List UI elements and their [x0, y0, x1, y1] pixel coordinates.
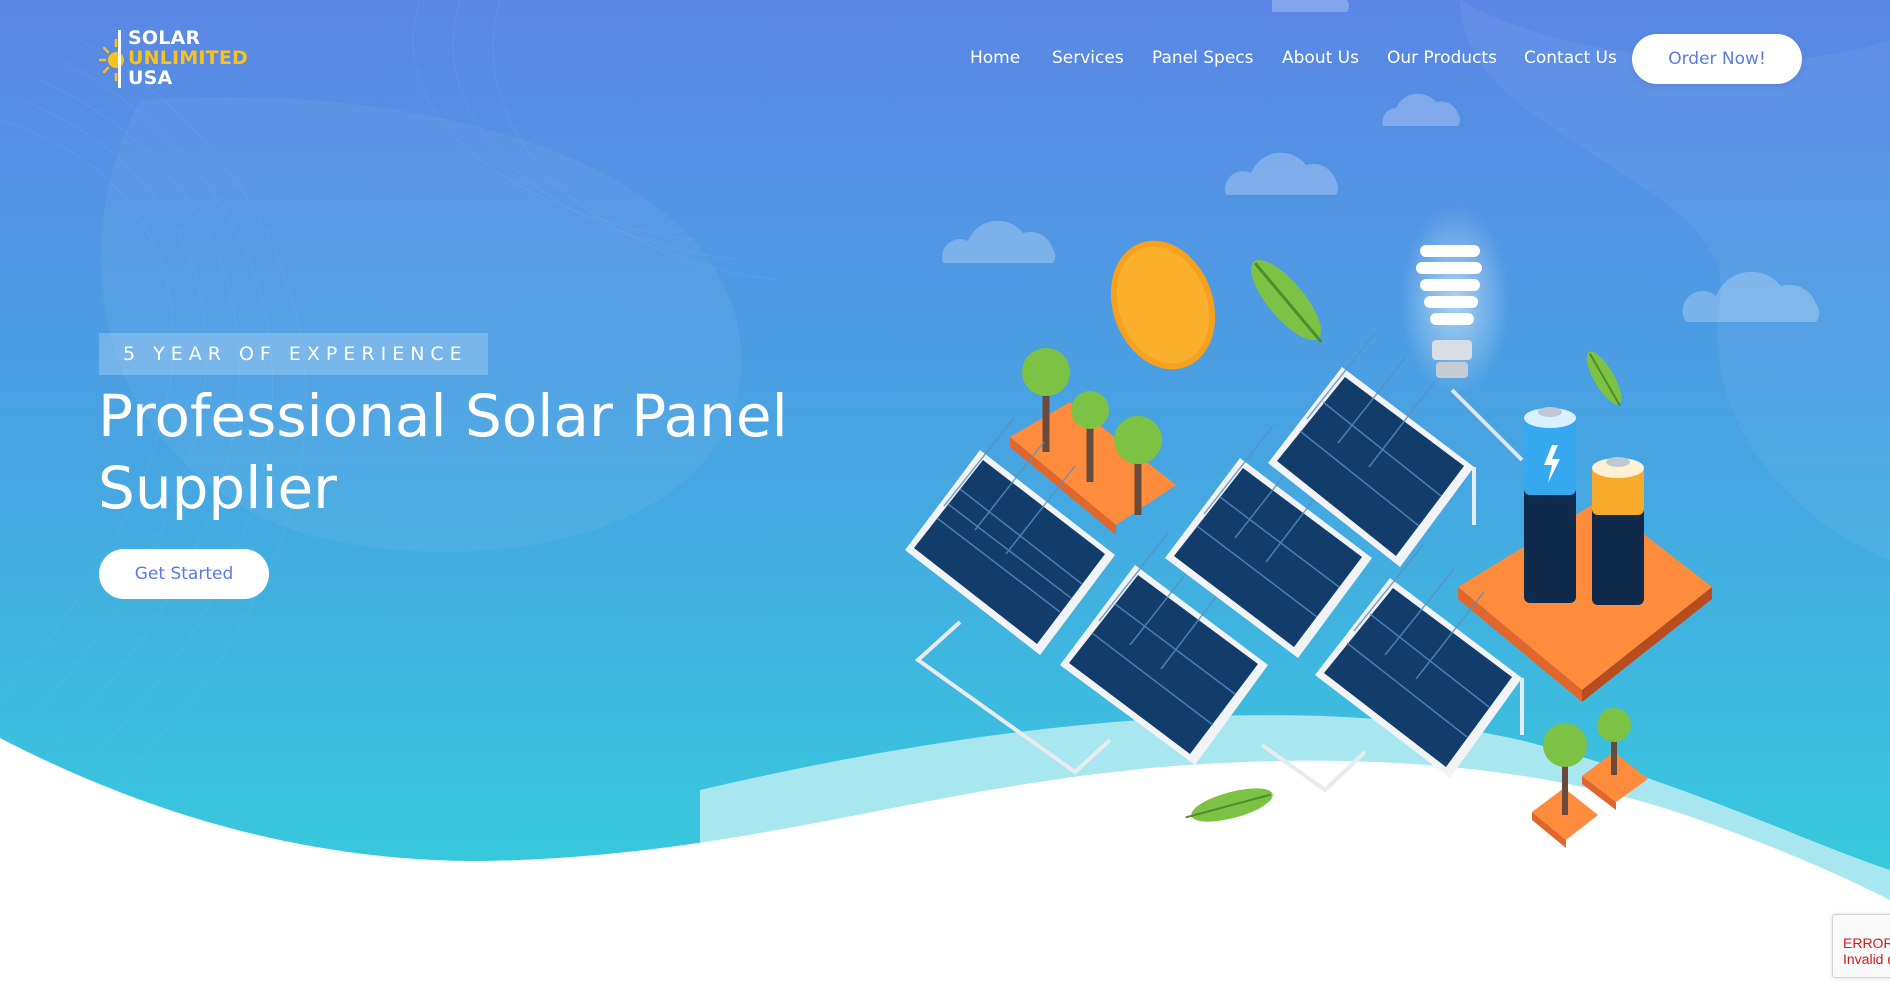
battery-icon [1458, 407, 1712, 702]
cloud-icon [1382, 93, 1460, 126]
experience-badge-text: 5 YEAR OF EXPERIENCE [123, 343, 468, 365]
leaf-icon [1185, 788, 1273, 822]
order-now-button[interactable]: Order Now! [1632, 34, 1802, 84]
nav-item-about-us[interactable]: About Us [1282, 46, 1359, 70]
nav-item-home[interactable]: Home [970, 46, 1020, 70]
recaptcha-badge[interactable]: ERROR Invalid d [1832, 914, 1890, 978]
cloud-icon [942, 220, 1056, 263]
logo-line-3: USA [128, 67, 173, 89]
cloud-icon [1272, 0, 1349, 12]
cloud-icon [1225, 152, 1339, 195]
light-bulb-icon [1400, 205, 1524, 462]
nav-item-services[interactable]: Services [1052, 46, 1124, 70]
leaf-icon [1251, 259, 1323, 344]
recaptcha-error-title: ERROR [1843, 935, 1890, 951]
nav-item-our-products[interactable]: Our Products [1387, 46, 1497, 70]
hero-title: Professional Solar Panel Supplier [98, 380, 858, 524]
leaf-icon [1586, 351, 1622, 407]
hero-title-line-1: Professional Solar Panel [98, 382, 788, 450]
page: SOLAR UNLIMITED USA Home Services Panel … [0, 0, 1890, 981]
main-nav: Home Services Panel Specs About Us Our P… [0, 46, 1890, 70]
sun-icon [1110, 240, 1216, 370]
hero-title-line-2: Supplier [98, 454, 337, 522]
cloud-icon [1682, 271, 1820, 322]
nav-item-panel-specs[interactable]: Panel Specs [1152, 46, 1254, 70]
recaptcha-error-message: Invalid d [1843, 951, 1890, 967]
nav-item-contact-us[interactable]: Contact Us [1524, 46, 1617, 70]
logo-line-1: SOLAR [128, 27, 201, 49]
tree-icon [1532, 708, 1648, 848]
experience-badge: 5 YEAR OF EXPERIENCE [99, 333, 488, 375]
get-started-button[interactable]: Get Started [99, 549, 269, 599]
